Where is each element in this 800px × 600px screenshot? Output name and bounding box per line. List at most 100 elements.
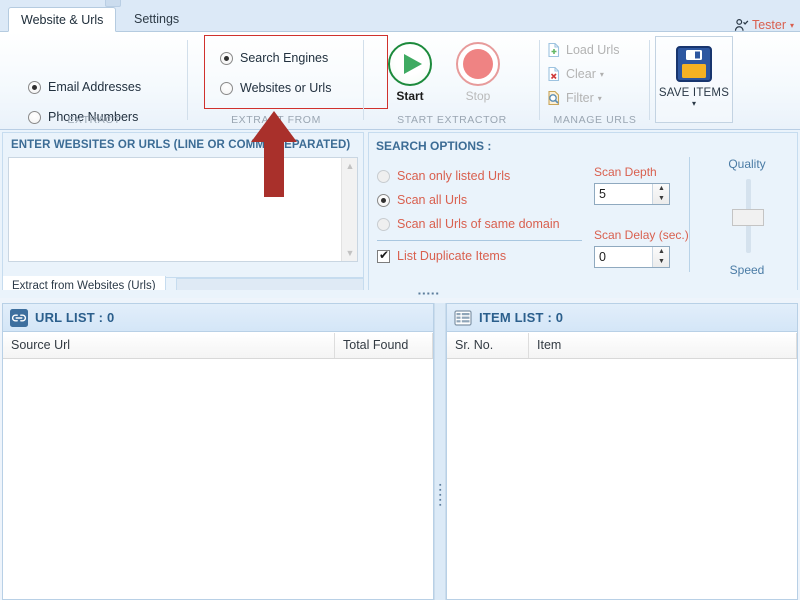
vertical-splitter[interactable]: ▪ ▪ ▪ ▪ ▪ <box>434 303 446 600</box>
load-urls-button[interactable]: Load Urls <box>546 42 620 58</box>
divider <box>689 157 690 272</box>
user-name: Tester <box>751 18 786 32</box>
column-total-found[interactable]: Total Found <box>335 333 433 358</box>
column-source-url[interactable]: Source Url <box>3 333 335 358</box>
spin-up-icon[interactable]: ▲ <box>653 184 670 194</box>
radio-search-engines[interactable]: Search Engines <box>220 51 328 65</box>
group-label-manage-urls: MANAGE URLS <box>553 114 637 126</box>
splitter-grip: ▪▪▪▪▪ <box>418 289 441 298</box>
scan-depth-input[interactable] <box>595 184 651 204</box>
slider-label-quality: Quality <box>728 157 766 171</box>
chevron-down-icon[interactable]: ▼ <box>342 245 358 261</box>
radio-label: Scan only listed Urls <box>397 169 511 183</box>
stop-button[interactable]: Stop <box>446 42 510 103</box>
file-search-icon <box>548 90 560 106</box>
radio-scan-only-listed-urls[interactable]: Scan only listed Urls <box>377 169 510 183</box>
command-label: Clear <box>566 67 596 81</box>
scan-delay-input[interactable] <box>595 247 651 267</box>
ribbon-group-extract-from: Search Engines Websites or Urls EXTRACT … <box>188 32 388 130</box>
radio-indicator <box>28 80 41 94</box>
radio-label: Scan all Urls of same domain <box>397 217 560 231</box>
chevron-down-icon: ▾ <box>691 99 696 108</box>
radio-websites-or-urls[interactable]: Websites or Urls <box>220 81 331 95</box>
radio-label: Scan all Urls <box>397 193 468 207</box>
chevron-down-icon: ▾ <box>597 93 602 103</box>
ribbon-group-save-items: SAVE ITEMS ▾ <box>650 32 800 130</box>
command-label: Filter <box>566 91 594 105</box>
item-list-header: ITEM LIST : 0 <box>447 304 797 332</box>
ribbon-tab-strip: Website & Urls Settings Tester ▾ <box>0 7 800 32</box>
group-label-extract-from: EXTRACT FROM <box>231 114 321 126</box>
chevron-down-icon: ▾ <box>789 20 794 30</box>
radio-label: Websites or Urls <box>240 81 332 95</box>
floppy-disk-icon <box>676 46 712 82</box>
save-items-button[interactable]: SAVE ITEMS ▾ <box>655 36 733 123</box>
slider-thumb[interactable] <box>732 209 764 226</box>
checkbox-label: List Duplicate Items <box>397 249 507 263</box>
url-entry-panel: ENTER WEBSITES OR URLS (LINE OR COMMA SE… <box>2 132 364 278</box>
url-list-title: URL LIST : 0 <box>35 310 115 325</box>
radio-indicator <box>377 193 390 207</box>
chevron-down-icon: ▾ <box>599 69 604 79</box>
filter-button[interactable]: Filter ▾ <box>546 90 602 106</box>
file-delete-icon <box>548 66 560 82</box>
radio-indicator <box>220 51 233 65</box>
url-entry-box: ▲ ▼ <box>8 157 358 262</box>
tab-website-and-urls[interactable]: Website & Urls <box>8 7 117 32</box>
search-options-title: SEARCH OPTIONS : <box>376 139 492 153</box>
highlight-box-extract-from <box>204 35 388 109</box>
stop-circle-icon <box>456 42 500 86</box>
search-options-panel: SEARCH OPTIONS : Scan only listed Urls S… <box>368 132 798 294</box>
url-list-column-headers: Source Url Total Found <box>3 333 433 359</box>
column-sr-no[interactable]: Sr. No. <box>447 333 529 358</box>
splitter-grip: ▪▪▪▪▪ <box>439 482 442 509</box>
scan-delay-label: Scan Delay (sec.) <box>594 228 689 242</box>
quality-speed-slider[interactable]: Quality Speed <box>699 157 795 277</box>
link-icon <box>10 308 28 327</box>
url-entry-title: ENTER WEBSITES OR URLS (LINE OR COMMA SE… <box>11 139 351 151</box>
start-button[interactable]: Start <box>378 42 442 103</box>
clear-button[interactable]: Clear ▾ <box>546 66 604 82</box>
slider-label-speed: Speed <box>729 263 765 277</box>
column-item[interactable]: Item <box>529 333 797 358</box>
stop-button-label: Stop <box>465 89 491 103</box>
divider <box>377 240 582 241</box>
command-label: Load Urls <box>566 43 620 57</box>
start-button-label: Start <box>396 89 424 103</box>
scan-depth-stepper[interactable]: ▲ ▼ <box>594 183 670 205</box>
spin-down-icon[interactable]: ▼ <box>653 194 670 204</box>
spin-down-icon[interactable]: ▼ <box>653 257 670 267</box>
file-add-icon <box>548 42 560 58</box>
radio-indicator <box>220 81 233 95</box>
horizontal-splitter[interactable]: ▪▪▪▪▪ <box>0 290 800 298</box>
ribbon-group-start-extractor: Start Stop START EXTRACTOR <box>364 32 540 130</box>
ribbon-group-manage-urls: Load Urls Clear ▾ Filter ▾ MANAGE URLS <box>540 32 650 130</box>
title-strip <box>0 0 800 7</box>
group-label-extract: EXTRACT <box>67 114 121 126</box>
play-circle-icon <box>388 42 432 86</box>
url-list-header: URL LIST : 0 <box>3 304 433 332</box>
url-list-rows <box>3 359 433 599</box>
radio-scan-all-urls-same-domain[interactable]: Scan all Urls of same domain <box>377 217 560 231</box>
scan-delay-spin-buttons[interactable]: ▲ ▼ <box>652 247 669 267</box>
table-icon <box>454 309 472 326</box>
radio-email-addresses[interactable]: Email Addresses <box>28 80 141 94</box>
radio-indicator <box>377 169 390 183</box>
checkbox-indicator <box>377 248 390 263</box>
group-label-start-extractor: START EXTRACTOR <box>397 114 507 126</box>
url-list-panel: URL LIST : 0 Source Url Total Found <box>2 303 434 600</box>
checkbox-list-duplicate-items[interactable]: List Duplicate Items <box>377 248 507 263</box>
scan-delay-stepper[interactable]: ▲ ▼ <box>594 246 670 268</box>
item-list-panel: ITEM LIST : 0 Sr. No. Item <box>446 303 798 600</box>
radio-indicator <box>377 217 390 231</box>
radio-scan-all-urls[interactable]: Scan all Urls <box>377 193 467 207</box>
url-entry-textarea[interactable] <box>9 158 342 261</box>
chevron-up-icon[interactable]: ▲ <box>342 158 358 174</box>
scan-depth-spin-buttons[interactable]: ▲ ▼ <box>652 184 669 204</box>
url-entry-scrollbar[interactable]: ▲ ▼ <box>341 158 357 261</box>
quick-access-toolbar-nub[interactable] <box>105 0 121 7</box>
ribbon: Email Addresses Phone Numbers EXTRACT Se… <box>0 32 800 130</box>
spin-up-icon[interactable]: ▲ <box>653 247 670 257</box>
item-list-column-headers: Sr. No. Item <box>447 333 797 359</box>
tab-settings[interactable]: Settings <box>122 7 191 32</box>
